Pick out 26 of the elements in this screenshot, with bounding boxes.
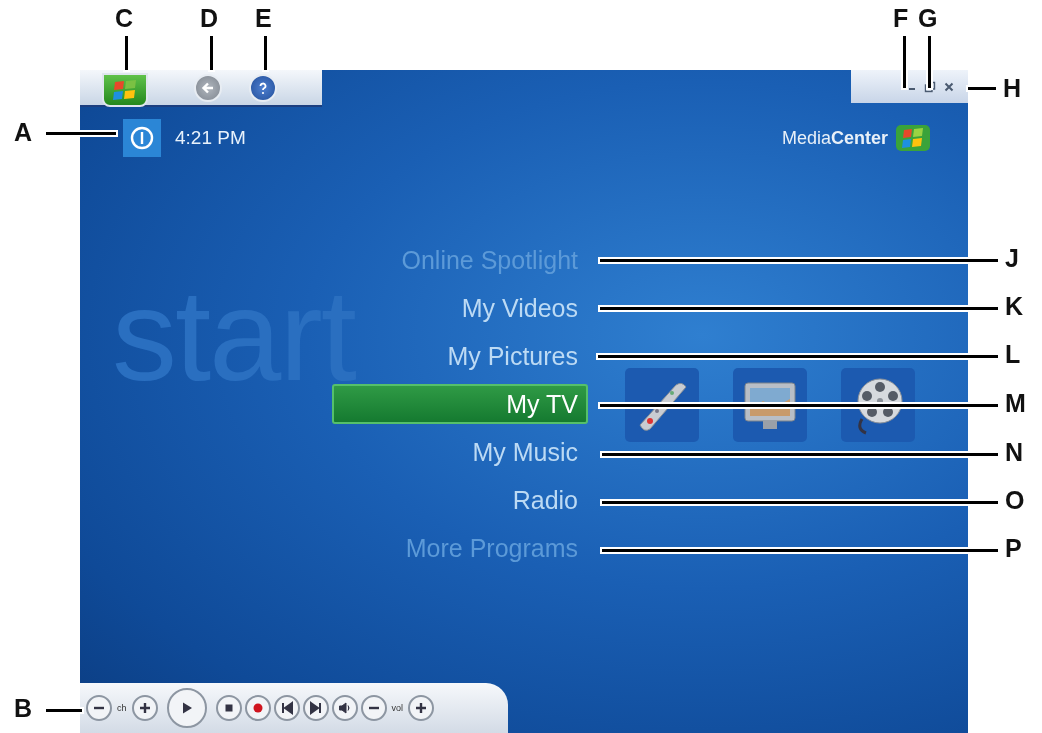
media-center-logo-text: MediaCenter (781, 127, 888, 149)
menu-item[interactable]: My Pictures (332, 332, 588, 380)
callout-letter: E (255, 6, 272, 31)
callout-letter: N (1005, 440, 1024, 465)
callout-letter: J (1005, 246, 1019, 271)
callout-letter: D (200, 6, 219, 31)
menu-item[interactable]: Radio (332, 476, 588, 524)
callout-letter: P (1005, 536, 1022, 561)
clock-time: 4:21 PM (175, 127, 246, 149)
callout-letter: M (1005, 391, 1026, 416)
callout-letter: G (918, 6, 938, 31)
callout-letter: K (1005, 294, 1024, 319)
menu-item[interactable]: My Music (332, 428, 588, 476)
callout-letter: C (115, 6, 134, 31)
menu-item[interactable]: Online Spotlight (332, 236, 588, 284)
control-label: ch (116, 703, 128, 713)
control-label: vol (390, 703, 405, 713)
menu-item[interactable]: My TV (332, 384, 588, 424)
callout-letter: F (893, 6, 909, 31)
callout-letter: H (1003, 76, 1022, 101)
menu-item[interactable]: More Programs (332, 524, 588, 572)
menu-item[interactable]: My Videos (332, 284, 588, 332)
callout-letter: L (1005, 342, 1021, 367)
callout-letter: O (1005, 488, 1025, 513)
callout-letter: A (14, 120, 33, 145)
callout-letter: B (14, 696, 33, 721)
